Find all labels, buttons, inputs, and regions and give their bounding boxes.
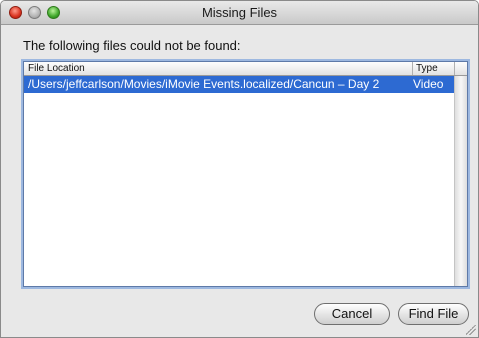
window-title: Missing Files	[201, 5, 278, 20]
cancel-button[interactable]: Cancel	[314, 303, 390, 325]
missing-files-table[interactable]: File Location Type /Users/jeffcarlson/Mo…	[23, 61, 468, 287]
file-location-cell: /Users/jeffcarlson/Movies/iMovie Events.…	[28, 77, 380, 91]
column-header-file-location[interactable]: File Location	[28, 62, 85, 75]
dialog-prompt: The following files could not be found:	[23, 38, 241, 53]
find-file-button[interactable]: Find File	[398, 303, 469, 325]
vertical-scrollbar[interactable]	[454, 76, 467, 286]
resize-grip-icon[interactable]	[466, 325, 476, 335]
header-corner	[454, 62, 467, 75]
column-header-type[interactable]: Type	[412, 62, 438, 75]
title-bar[interactable]: Missing Files	[1, 1, 478, 25]
table-row[interactable]: /Users/jeffcarlson/Movies/iMovie Events.…	[24, 76, 454, 93]
file-type-cell: Video	[413, 77, 444, 91]
table-header: File Location Type	[24, 62, 467, 76]
missing-files-dialog: Missing Files The following files could …	[0, 0, 479, 338]
